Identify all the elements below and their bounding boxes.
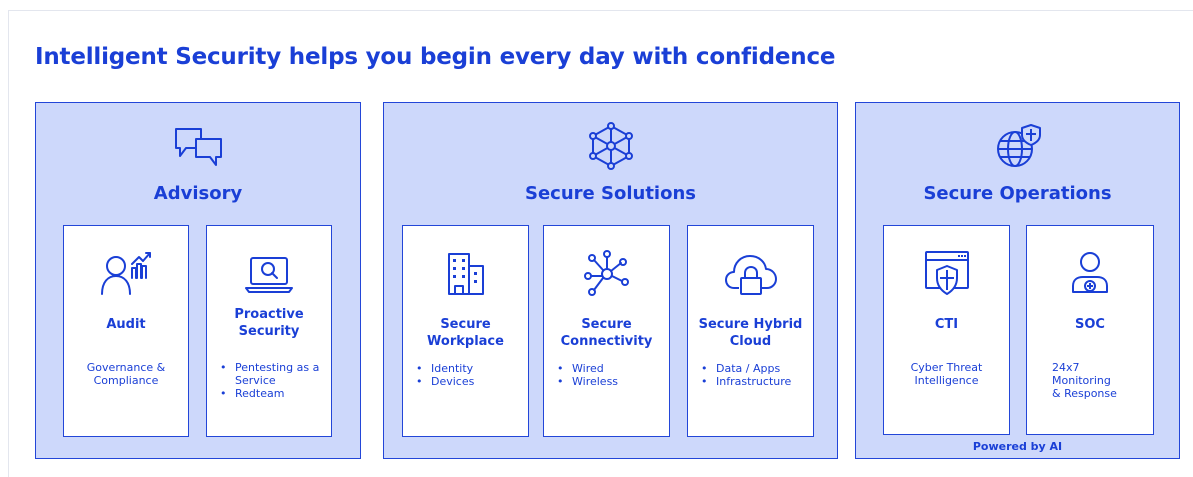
operator-icon <box>1063 248 1117 300</box>
bullet-list: Identity Devices <box>403 362 528 388</box>
card-title: Secure Connectivity <box>560 317 653 349</box>
card-proactive-security: Proactive Security Pentesting as a Servi… <box>206 225 332 437</box>
list-item: Data / Apps <box>688 362 813 375</box>
network-hexagon-icon <box>584 121 638 171</box>
laptop-search-icon <box>242 248 296 300</box>
card-title: Secure Hybrid Cloud <box>698 317 803 349</box>
pillar-title: Secure Operations <box>923 183 1112 204</box>
card-title: CTI <box>934 317 959 332</box>
list-item: Identity <box>403 362 528 375</box>
card-title: SOC <box>1075 317 1105 332</box>
browser-shield-icon <box>920 248 974 300</box>
list-item: Redteam <box>207 387 331 400</box>
pillar-title: Advisory <box>153 183 243 204</box>
globe-shield-icon <box>991 121 1045 171</box>
office-building-icon <box>439 248 493 300</box>
cloud-lock-icon <box>724 248 778 300</box>
card-description: 24x7 Monitoring & Response <box>1052 361 1117 400</box>
pillar-advisory: Advisory Audit Governance & Compliance P… <box>35 102 361 459</box>
person-chart-icon <box>99 248 153 300</box>
list-item: Infrastructure <box>688 375 813 388</box>
bullet-list: Pentesting as a Service Redteam <box>207 361 331 400</box>
list-item: Devices <box>403 375 528 388</box>
list-item: Pentesting as a Service <box>207 361 331 387</box>
card-secure-workplace: Secure Workplace Identity Devices <box>402 225 529 437</box>
pillar-secure-solutions: Secure Solutions Secure Workplace Identi… <box>383 102 838 459</box>
bullet-list: Data / Apps Infrastructure <box>688 362 813 388</box>
card-description: Cyber Threat Intelligence <box>910 361 983 387</box>
card-cti: CTI Cyber Threat Intelligence <box>883 225 1010 435</box>
bullet-list: Wired Wireless <box>544 362 669 388</box>
chat-bubbles-icon <box>171 121 225 171</box>
card-title: Proactive Security <box>234 307 304 339</box>
list-item: Wireless <box>544 375 669 388</box>
card-secure-connectivity: Secure Connectivity Wired Wireless <box>543 225 670 437</box>
pillar-title: Secure Solutions <box>525 183 696 204</box>
card-audit: Audit Governance & Compliance <box>63 225 189 437</box>
card-title: Audit <box>106 317 146 332</box>
hub-network-icon <box>580 248 634 300</box>
card-secure-hybrid-cloud: Secure Hybrid Cloud Data / Apps Infrastr… <box>687 225 814 437</box>
page-title: Intelligent Security helps you begin eve… <box>35 44 836 70</box>
powered-by-ai-label: Powered by AI <box>972 440 1063 453</box>
card-soc: SOC 24x7 Monitoring & Response <box>1026 225 1154 435</box>
card-title: Secure Workplace <box>427 317 504 349</box>
list-item: Wired <box>544 362 669 375</box>
card-description: Governance & Compliance <box>86 361 166 387</box>
pillar-secure-operations: Secure Operations CTI Cyber Threat Intel… <box>855 102 1180 459</box>
